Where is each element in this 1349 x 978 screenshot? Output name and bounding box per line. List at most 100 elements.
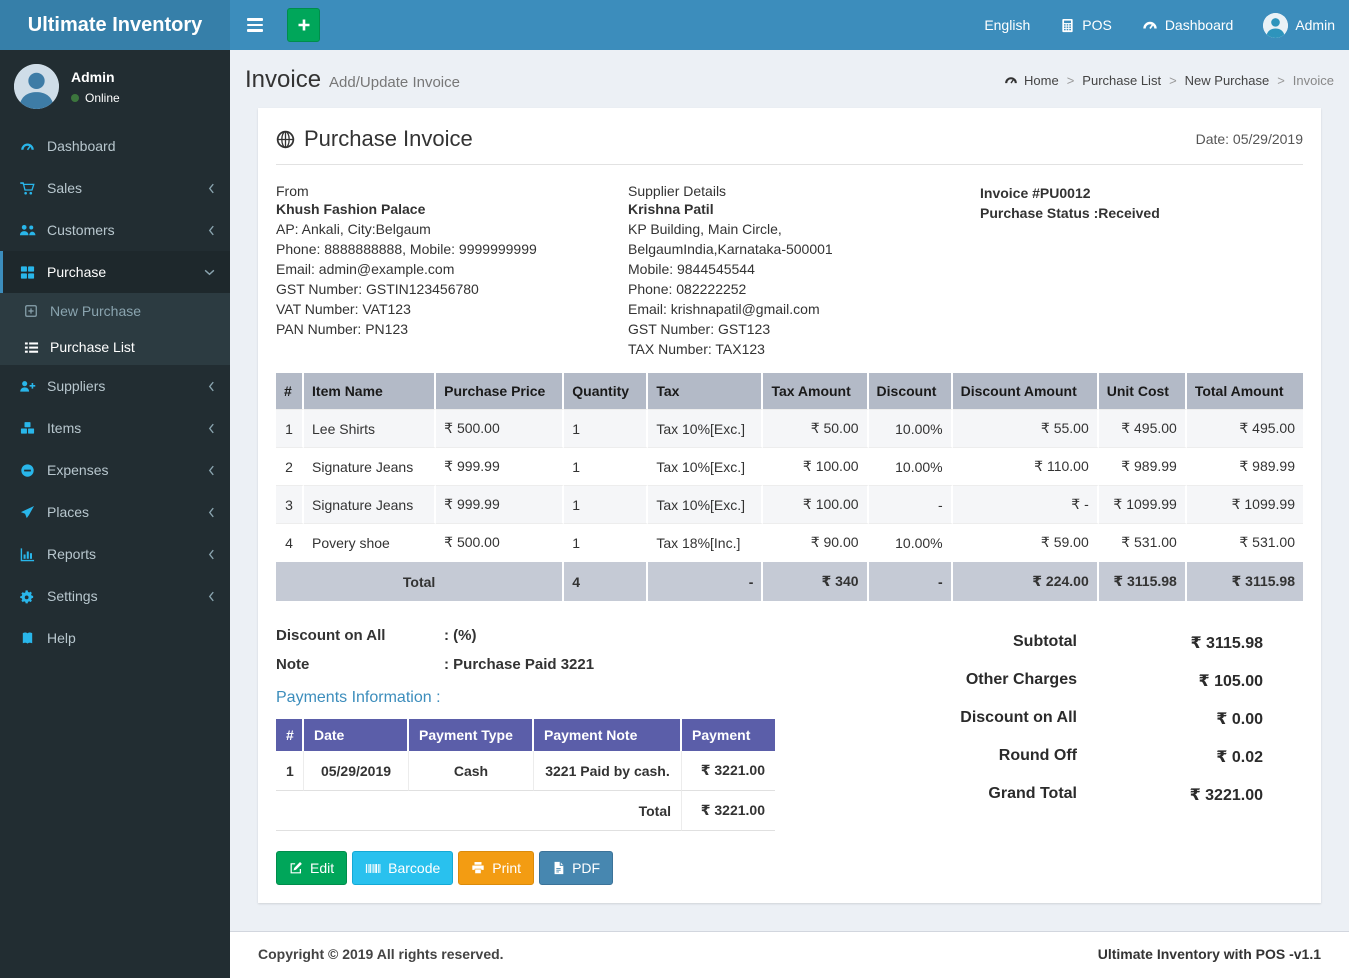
calculator-icon xyxy=(1062,18,1073,32)
sidebar-item-sales[interactable]: Sales xyxy=(0,167,230,209)
chevron-left-icon xyxy=(208,507,215,518)
users-icon xyxy=(18,223,36,237)
language-menu[interactable]: English xyxy=(984,17,1030,33)
note-row: Note : Purchase Paid 3221 xyxy=(276,656,595,673)
invoice-date: Date: 05/29/2019 xyxy=(1195,131,1303,147)
chevron-left-icon xyxy=(208,549,215,560)
brand-logo[interactable]: Ultimate Inventory xyxy=(0,0,230,50)
col-date: Date xyxy=(304,719,409,751)
chevron-left-icon xyxy=(208,465,215,476)
globe-icon xyxy=(276,130,295,148)
barcode-icon xyxy=(366,863,381,873)
sidebar-item-items[interactable]: Items xyxy=(0,407,230,449)
sidebar-item-suppliers[interactable]: Suppliers xyxy=(0,365,230,407)
discount-on-all-row: Discount on All : (%) xyxy=(276,627,477,644)
sidebar-item-settings[interactable]: Settings xyxy=(0,575,230,617)
edit-button[interactable]: Edit xyxy=(276,851,348,885)
items-total-row: Total 4 - ₹ 340 - ₹ 224.00 ₹ 3115.98 ₹ 3… xyxy=(276,561,1303,601)
summary-round-off: Round Off ₹ 0.02 xyxy=(998,747,1263,766)
sidebar-menu: Dashboard Sales Customers Purchase New P… xyxy=(0,125,230,659)
invoice-number: Invoice #PU0012 xyxy=(980,185,1091,201)
print-button[interactable]: Print xyxy=(458,851,535,885)
col-tax: Tax xyxy=(648,373,764,409)
chevron-left-icon xyxy=(208,183,215,194)
invoice-summary: Subtotal ₹ 3115.98 Other Charges ₹ 105.0… xyxy=(843,627,1263,885)
chevron-left-icon xyxy=(208,225,215,236)
sidebar-user-status: Online xyxy=(71,91,120,105)
breadcrumb-home[interactable]: Home xyxy=(1004,73,1059,88)
footer: Copyright © 2019 All rights reserved. Ul… xyxy=(230,931,1349,978)
edit-icon xyxy=(290,862,302,874)
bar-chart-icon xyxy=(18,547,36,562)
breadcrumb: Home > Purchase List > New Purchase > In… xyxy=(1004,73,1334,88)
user-plus-icon xyxy=(18,379,36,393)
minus-circle-icon xyxy=(18,463,36,478)
gauge-icon xyxy=(18,139,36,154)
book-icon xyxy=(18,631,36,646)
supplier-name: Krishna Patil xyxy=(628,201,714,217)
sidebar-item-new-purchase[interactable]: New Purchase xyxy=(0,293,230,329)
col-sn: # xyxy=(276,373,305,409)
list-icon xyxy=(23,340,39,355)
purchase-invoice-card: Purchase Invoice Date: 05/29/2019 From K… xyxy=(258,108,1321,903)
breadcrumb-new-purchase[interactable]: New Purchase xyxy=(1185,73,1270,88)
sidebar-item-reports[interactable]: Reports xyxy=(0,533,230,575)
sidebar-toggle-button[interactable] xyxy=(232,0,278,50)
payments-table: # Date Payment Type Payment Note Payment… xyxy=(276,719,775,831)
content-area: Invoice Add/Update Invoice Home > Purchas… xyxy=(230,50,1349,931)
col-discount: Discount xyxy=(868,373,953,409)
sidebar-user-panel: Admin Online xyxy=(0,50,230,125)
col-purchase-price: Purchase Price xyxy=(436,373,565,409)
sidebar-item-customers[interactable]: Customers xyxy=(0,209,230,251)
col-payment-type: Payment Type xyxy=(409,719,534,751)
invoice-heading: Purchase Invoice xyxy=(276,126,473,152)
plus-icon xyxy=(298,19,309,31)
col-sn: # xyxy=(276,719,304,751)
online-status-dot xyxy=(71,93,79,102)
chevron-left-icon xyxy=(208,423,215,434)
payments-header-row: # Date Payment Type Payment Note Payment xyxy=(276,719,775,751)
sidebar-item-dashboard[interactable]: Dashboard xyxy=(0,125,230,167)
table-row: 3 Signature Jeans ₹ 999.99 1 Tax 10%[Exc… xyxy=(276,485,1303,523)
summary-subtotal: Subtotal ₹ 3115.98 xyxy=(1013,633,1263,652)
invoice-items-table: # Item Name Purchase Price Quantity Tax … xyxy=(276,373,1303,601)
purchase-status: Purchase Status :Received xyxy=(980,205,1160,221)
grid-icon xyxy=(18,265,36,280)
page-title: Invoice xyxy=(245,66,322,93)
sidebar: Admin Online Dashboard Sales Customers P… xyxy=(0,50,230,978)
pos-link[interactable]: POS xyxy=(1060,17,1112,33)
payments-heading: Payments Information : xyxy=(276,689,441,706)
table-row: 1 Lee Shirts ₹ 500.00 1 Tax 10%[Exc.] ₹ … xyxy=(276,409,1303,447)
sidebar-item-expenses[interactable]: Expenses xyxy=(0,449,230,491)
avatar xyxy=(1263,12,1289,38)
sidebar-item-places[interactable]: Places xyxy=(0,491,230,533)
table-row: 1 05/29/2019 Cash 3221 Paid by cash. ₹ 3… xyxy=(276,751,775,791)
from-name: Khush Fashion Palace xyxy=(276,201,426,217)
pdf-button[interactable]: PDF xyxy=(539,851,614,885)
breadcrumb-purchase-list[interactable]: Purchase List xyxy=(1082,73,1161,88)
purchase-submenu: New Purchase Purchase List xyxy=(0,293,230,365)
gauge-icon xyxy=(1143,21,1157,29)
chevron-left-icon xyxy=(208,591,215,602)
col-unit-cost: Unit Cost xyxy=(1098,373,1187,409)
sidebar-item-purchase[interactable]: Purchase xyxy=(0,251,230,293)
gears-icon xyxy=(18,589,36,604)
user-menu[interactable]: Admin xyxy=(1263,12,1335,38)
summary-discount-on-all: Discount on All ₹ 0.00 xyxy=(960,709,1263,728)
sidebar-item-purchase-list[interactable]: Purchase List xyxy=(0,329,230,365)
barcode-button[interactable]: Barcode xyxy=(352,851,454,885)
col-tax-amount: Tax Amount xyxy=(763,373,869,409)
quick-add-button[interactable] xyxy=(287,8,320,42)
plus-square-icon xyxy=(23,304,39,318)
copyright-text: Copyright © 2019 All rights reserved. xyxy=(258,946,504,962)
dashboard-link[interactable]: Dashboard xyxy=(1142,17,1233,33)
hamburger-icon xyxy=(247,18,263,21)
chevron-down-icon xyxy=(204,269,215,276)
supplier-block: Supplier Details Krishna Patil KP Buildi… xyxy=(628,183,980,359)
cubes-icon xyxy=(18,421,36,436)
summary-grand-total: Grand Total ₹ 3221.00 xyxy=(988,785,1263,804)
shopping-cart-icon xyxy=(18,181,36,196)
paper-plane-icon xyxy=(18,505,36,520)
sidebar-item-help[interactable]: Help xyxy=(0,617,230,659)
chevron-left-icon xyxy=(208,381,215,392)
